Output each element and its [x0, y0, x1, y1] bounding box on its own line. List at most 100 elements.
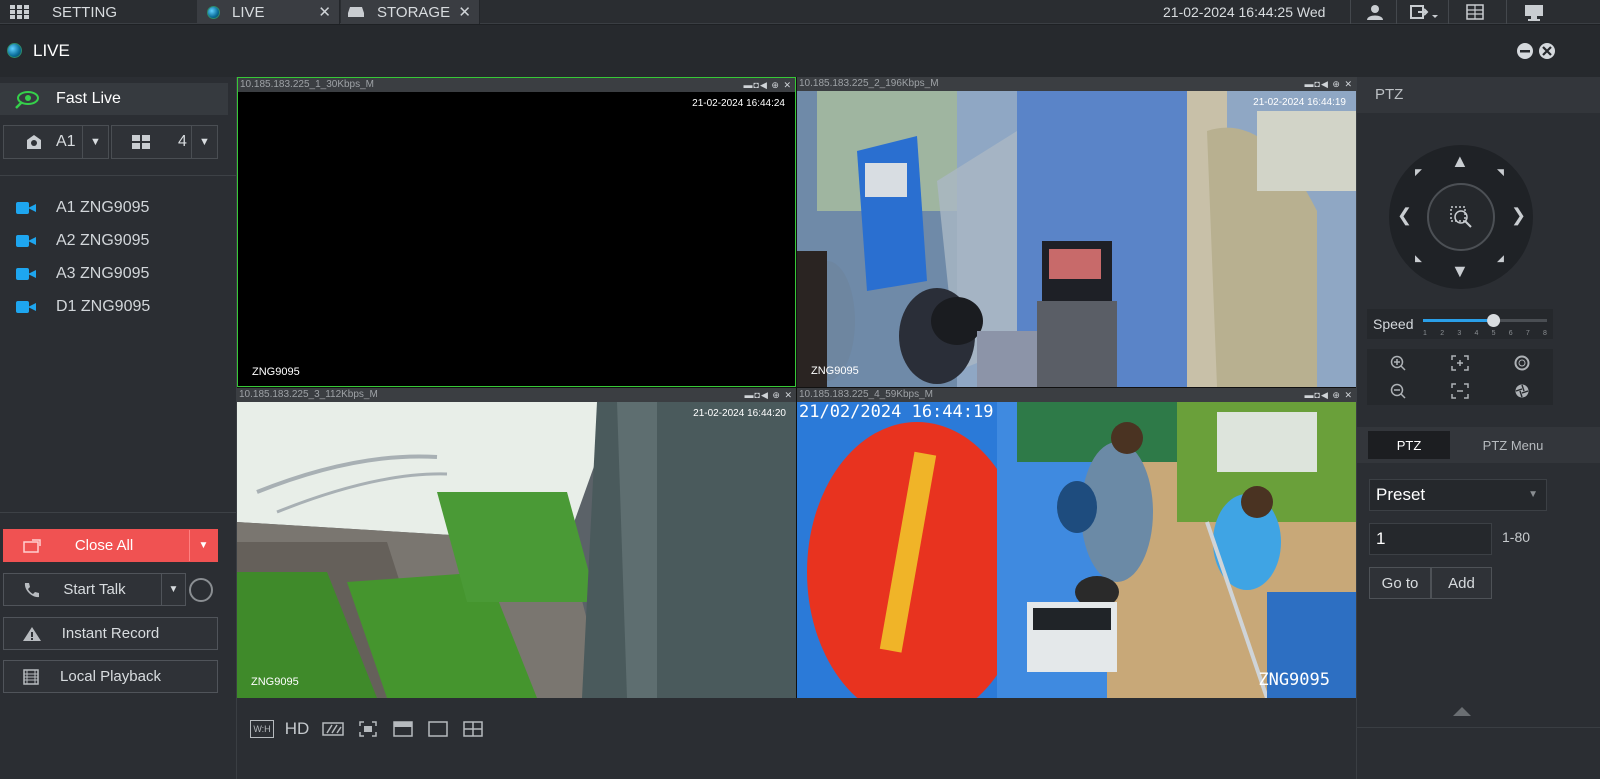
- ptz-tab-bar: PTZ PTZ Menu: [1357, 427, 1600, 463]
- close-tab-storage-icon[interactable]: ✕: [458, 3, 471, 21]
- ptz-panel: PTZ ▲ ▼ ❮ ❯ ◤ ◥ ◣ ◢ Speed 12345678 PTZ P…: [1356, 77, 1600, 779]
- pan-left-icon[interactable]: ❮: [1397, 205, 1412, 226]
- tab-storage-label: STORAGE: [377, 3, 451, 21]
- pane-toolbar[interactable]: ▬◘◀ ⊕ ✕: [745, 388, 793, 402]
- pan-up-right-icon[interactable]: ◥: [1497, 167, 1504, 178]
- speed-slider-handle[interactable]: [1487, 314, 1501, 327]
- window-mode-button[interactable]: [392, 720, 414, 738]
- goto-preset-button[interactable]: Go to: [1369, 567, 1431, 599]
- pane-toolbar[interactable]: ▬◘◀ ⊕ ✕: [1305, 77, 1353, 91]
- camera-label: A3 ZNG9095: [56, 265, 150, 282]
- main-menu-button[interactable]: [10, 0, 30, 24]
- group-select[interactable]: A1 ▼: [3, 125, 109, 159]
- setting-tab[interactable]: SETTING: [52, 0, 117, 24]
- preset-number-input[interactable]: 1: [1369, 523, 1492, 555]
- focus-near-button[interactable]: [1429, 349, 1491, 377]
- camera-scene-image: [237, 402, 796, 698]
- tab-live[interactable]: LIVE ✕: [197, 0, 340, 24]
- layout-select[interactable]: 4 ▼: [111, 125, 218, 159]
- camera-item[interactable]: A1 ZNG9095: [16, 197, 149, 219]
- fullscreen-button[interactable]: [357, 720, 379, 738]
- stream-info: 10.185.183.225_2_196Kbps_M: [799, 78, 939, 89]
- speed-tick-label: 6: [1509, 330, 1513, 337]
- close-tab-live-icon[interactable]: ✕: [318, 3, 331, 21]
- fast-live-header[interactable]: Fast Live: [0, 83, 228, 115]
- pan-down-right-icon[interactable]: ◢: [1497, 253, 1504, 264]
- ptz-center-button[interactable]: [1427, 183, 1495, 251]
- aspect-ratio-button[interactable]: W:H: [250, 720, 274, 738]
- system-datetime: 21-02-2024 16:44:25 Wed: [1163, 4, 1326, 20]
- pan-down-left-icon[interactable]: ◣: [1415, 253, 1422, 264]
- zoom-out-icon: [1390, 383, 1406, 399]
- live-title-bar: LIVE: [0, 25, 1600, 77]
- live-globe-icon: [7, 43, 22, 58]
- pane-toolbar[interactable]: ▬◘◀ ⊕ ✕: [1305, 388, 1353, 402]
- camera-label: A2 ZNG9095: [56, 232, 150, 249]
- stream-switch-button[interactable]: [321, 720, 345, 738]
- monitor-icon: [1525, 4, 1543, 21]
- tab-ptz-menu[interactable]: PTZ Menu: [1459, 431, 1567, 459]
- speed-slider[interactable]: 1 2 3 4 5 6 7 8: [1421, 309, 1551, 339]
- channel-name: ZNG9095: [1258, 670, 1330, 690]
- focus-far-button[interactable]: [1429, 377, 1491, 405]
- ptz-joystick[interactable]: ▲ ▼ ❮ ❯ ◤ ◥ ◣ ◢: [1389, 145, 1533, 289]
- video-pane[interactable]: 10.185.183.225_4_59Kbps_M ▬◘◀ ⊕ ✕ 21/02/…: [797, 388, 1356, 698]
- channel-name: ZNG9095: [252, 366, 300, 378]
- iris-open-icon: [1514, 355, 1530, 371]
- pan-up-icon[interactable]: ▲: [1451, 151, 1469, 172]
- hd-button[interactable]: HD: [283, 719, 311, 738]
- camera-item[interactable]: A2 ZNG9095: [16, 230, 149, 252]
- instant-record-button[interactable]: Instant Record: [3, 617, 218, 650]
- single-layout-button[interactable]: [427, 720, 449, 738]
- pan-right-icon[interactable]: ❯: [1511, 205, 1526, 226]
- pan-up-left-icon[interactable]: ◤: [1415, 167, 1422, 178]
- close-all-label: Close All: [74, 537, 134, 554]
- camera-item[interactable]: A3 ZNG9095: [16, 263, 149, 285]
- zoom-in-icon: [1390, 355, 1406, 371]
- logout-menu-button[interactable]: [1410, 0, 1440, 24]
- video-pane-header: 10.185.183.225_2_196Kbps_M ▬◘◀ ⊕ ✕: [797, 77, 1356, 91]
- minimize-icon[interactable]: [1517, 43, 1533, 59]
- channel-name: ZNG9095: [811, 365, 859, 377]
- video-pane[interactable]: 10.185.183.225_2_196Kbps_M ▬◘◀ ⊕ ✕ 21-02…: [797, 77, 1356, 387]
- video-feed: 21-02-2024 16:44:19 ZNG9095: [797, 91, 1356, 387]
- camera-label: A1 ZNG9095: [56, 199, 150, 216]
- speed-tick-label: 1: [1423, 330, 1427, 337]
- speed-tick-label: 5: [1492, 330, 1496, 337]
- chevron-down-icon[interactable]: ▼: [191, 126, 217, 158]
- local-playback-button[interactable]: Local Playback: [3, 660, 218, 693]
- close-all-button[interactable]: Close All ▼: [3, 529, 218, 562]
- focus-far-icon: [1451, 383, 1469, 399]
- collapse-up-icon[interactable]: [1453, 707, 1471, 716]
- video-pane[interactable]: 10.185.183.225_1_30Kbps_M ▬◘◀ ⊕ ✕ 21-02-…: [237, 77, 796, 387]
- iris-close-button[interactable]: [1491, 377, 1553, 405]
- camera-item[interactable]: D1 ZNG9095: [16, 296, 150, 318]
- fullscreen-icon: [359, 721, 377, 737]
- chevron-down-icon[interactable]: ▼: [161, 574, 185, 605]
- tab-storage[interactable]: STORAGE ✕: [341, 0, 480, 24]
- add-preset-button[interactable]: Add: [1431, 567, 1492, 599]
- close-icon[interactable]: [1539, 43, 1555, 59]
- pane-toolbar[interactable]: ▬◘◀ ⊕ ✕: [744, 78, 792, 92]
- pan-down-icon[interactable]: ▼: [1451, 261, 1469, 282]
- video-pane[interactable]: 10.185.183.225_3_112Kbps_M ▬◘◀ ⊕ ✕ 21-02…: [237, 388, 796, 698]
- camera-label: D1 ZNG9095: [56, 298, 151, 315]
- tab-ptz[interactable]: PTZ: [1368, 431, 1450, 459]
- video-timestamp: 21-02-2024 16:44:24: [692, 98, 785, 109]
- iris-open-button[interactable]: [1491, 349, 1553, 377]
- chevron-down-icon[interactable]: ▼: [189, 530, 217, 561]
- quad-layout-button[interactable]: [462, 720, 484, 738]
- talk-status-indicator[interactable]: [189, 578, 213, 602]
- monitor-button[interactable]: [1524, 0, 1544, 24]
- zoom-out-button[interactable]: [1367, 377, 1429, 405]
- start-talk-button[interactable]: Start Talk ▼: [3, 573, 186, 606]
- preset-select[interactable]: Preset ▼: [1369, 479, 1547, 511]
- live-status-icon: [207, 5, 220, 19]
- chevron-down-icon[interactable]: ▼: [82, 126, 108, 158]
- display-settings-button[interactable]: [1466, 0, 1484, 24]
- user-button[interactable]: [1366, 0, 1384, 24]
- focus-near-icon: [1451, 355, 1469, 371]
- zoom-in-button[interactable]: [1367, 349, 1429, 377]
- logout-icon: [1410, 5, 1438, 19]
- divider: [0, 175, 236, 176]
